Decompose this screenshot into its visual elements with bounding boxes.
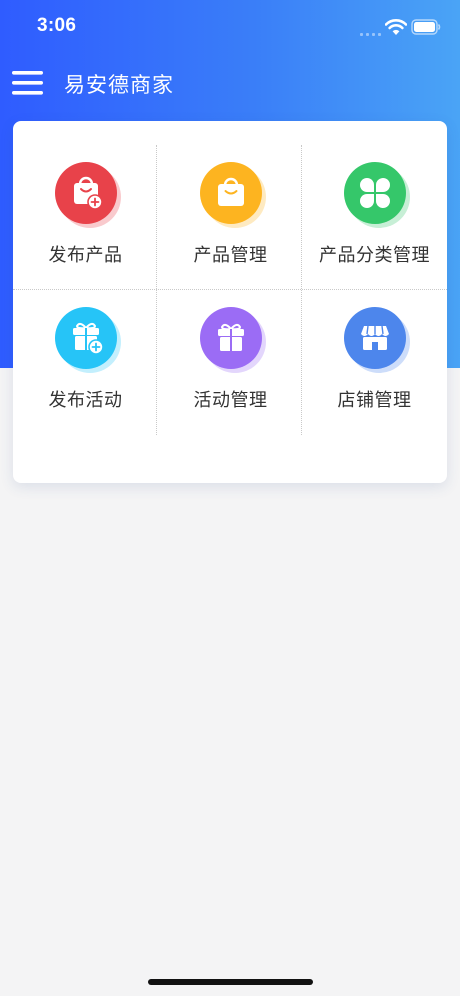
icon-badge (200, 162, 266, 228)
menu-item-label: 产品分类管理 (319, 245, 430, 266)
hamburger-menu-icon[interactable] (12, 69, 44, 97)
menu-item-activity-management[interactable]: 活动管理 (158, 290, 303, 435)
nav-bar: 易安德商家 (0, 56, 460, 112)
menu-item-product-management[interactable]: 产品管理 (158, 145, 303, 290)
menu-item-label: 发布活动 (48, 390, 123, 411)
icon-badge (55, 162, 121, 228)
bag-icon (218, 177, 244, 206)
wifi-icon (385, 19, 407, 35)
icon-badge (200, 307, 266, 373)
menu-item-publish-activity[interactable]: 发布活动 (13, 290, 158, 435)
status-time: 3:06 (37, 15, 77, 36)
app-screen: 3:06 易安德商家 发布产品 产品管理 产品分类管理 发布活动 活动管理 店铺… (0, 0, 460, 996)
function-menu-card: 发布产品 产品管理 产品分类管理 发布活动 活动管理 店铺管理 (13, 121, 447, 483)
menu-grid: 发布产品 产品管理 产品分类管理 发布活动 活动管理 店铺管理 (13, 145, 447, 435)
menu-item-label: 店铺管理 (337, 390, 412, 411)
gift-icon (218, 323, 244, 351)
battery-icon (411, 19, 441, 35)
menu-item-product-category-management[interactable]: 产品分类管理 (302, 145, 447, 290)
menu-item-label: 发布产品 (48, 245, 123, 266)
icon-badge (344, 162, 410, 228)
menu-item-label: 产品管理 (193, 245, 268, 266)
icon-badge (344, 307, 410, 373)
gift-add-icon (73, 322, 104, 355)
icon-badge (55, 307, 121, 373)
bag-add-icon (74, 176, 103, 210)
menu-item-store-management[interactable]: 店铺管理 (302, 290, 447, 435)
status-bar: 3:06 (0, 0, 460, 56)
home-indicator[interactable] (148, 979, 313, 985)
clover-icon (360, 178, 390, 208)
store-icon (361, 325, 389, 350)
menu-item-label: 活动管理 (193, 390, 268, 411)
cellular-signal-icon (360, 33, 381, 36)
page-title: 易安德商家 (64, 73, 174, 97)
menu-item-publish-product[interactable]: 发布产品 (13, 145, 158, 290)
